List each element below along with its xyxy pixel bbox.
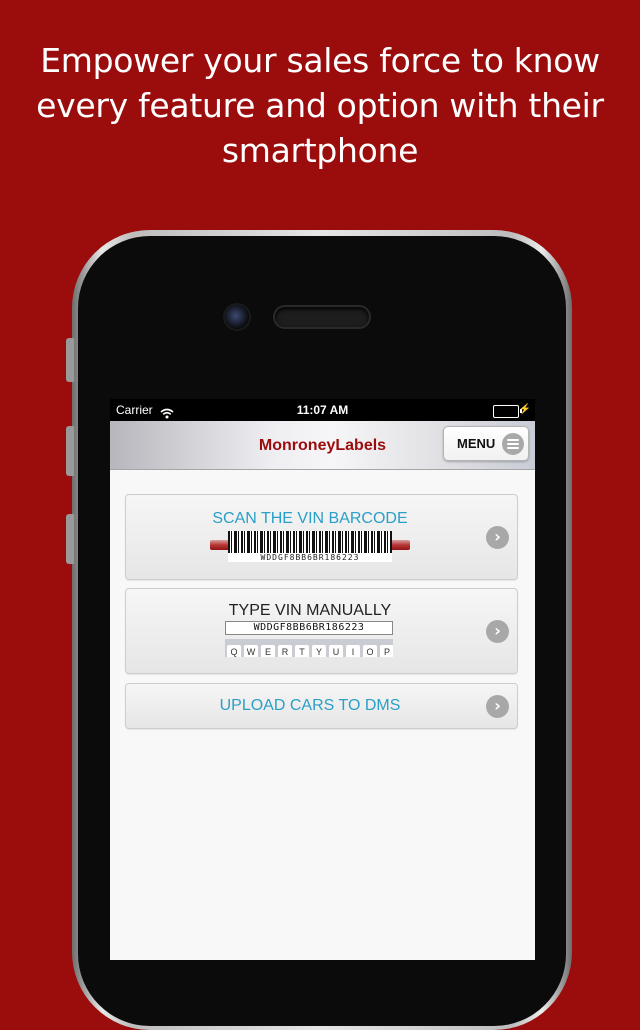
typed-vin-field: WDDGF8BB6BR186223 [225,621,393,635]
mute-switch [66,338,74,382]
status-time: 11:07 AM [296,403,349,417]
keyboard-key: I [346,645,360,657]
promo-headline: Empower your sales force to know every f… [36,41,604,170]
chevron-right-icon: › [486,526,509,549]
status-bar: Carrier 11:07 AM ⚡ [110,399,535,421]
keyboard-key: Q [227,645,241,657]
front-camera-icon [225,305,249,329]
keyboard-key: O [363,645,377,657]
chevron-right-icon: › [486,695,509,718]
app-navbar: MonroneyLabels MENU [110,421,535,470]
volume-down-button [66,514,74,564]
keyboard-key: R [278,645,292,657]
hamburger-icon [502,433,524,455]
upload-cars-to-dms-option[interactable]: UPLOAD CARS TO DMS › [125,683,518,729]
keyboard-key: P [380,645,393,657]
keyboard-key: T [295,645,309,657]
menu-button-label: MENU [457,436,496,451]
barcode-icon [228,531,392,555]
charging-icon: ⚡ [518,404,531,415]
barcode-scan-illustration: WDDGF8BB6BR186223 [210,531,410,563]
chevron-right-icon: › [486,620,509,643]
scan-vin-code: WDDGF8BB6BR186223 [228,553,392,562]
menu-button[interactable]: MENU [443,426,529,461]
scan-vin-label: SCAN THE VIN BARCODE [212,510,408,527]
keyboard-key: E [261,645,275,657]
upload-cars-label: UPLOAD CARS TO DMS [219,697,401,714]
type-vin-label: TYPE VIN MANUALLY [228,602,392,619]
battery-icon [493,405,522,418]
type-vin-manually-option[interactable]: TYPE VIN MANUALLY WDDGF8BB6BR186223 Q W … [125,588,518,674]
keyboard-key: U [329,645,343,657]
keyboard-key: W [244,645,258,657]
volume-up-button [66,426,74,476]
keyboard-key: Y [312,645,326,657]
phone-screen: Carrier 11:07 AM ⚡ MonroneyLabels MENU S… [110,399,535,960]
keyboard-illustration: Q W E R T Y U I O P [225,639,393,657]
earpiece-speaker [275,307,369,327]
scan-vin-barcode-option[interactable]: SCAN THE VIN BARCODE WDDGF8BB6BR186223 › [125,494,518,580]
